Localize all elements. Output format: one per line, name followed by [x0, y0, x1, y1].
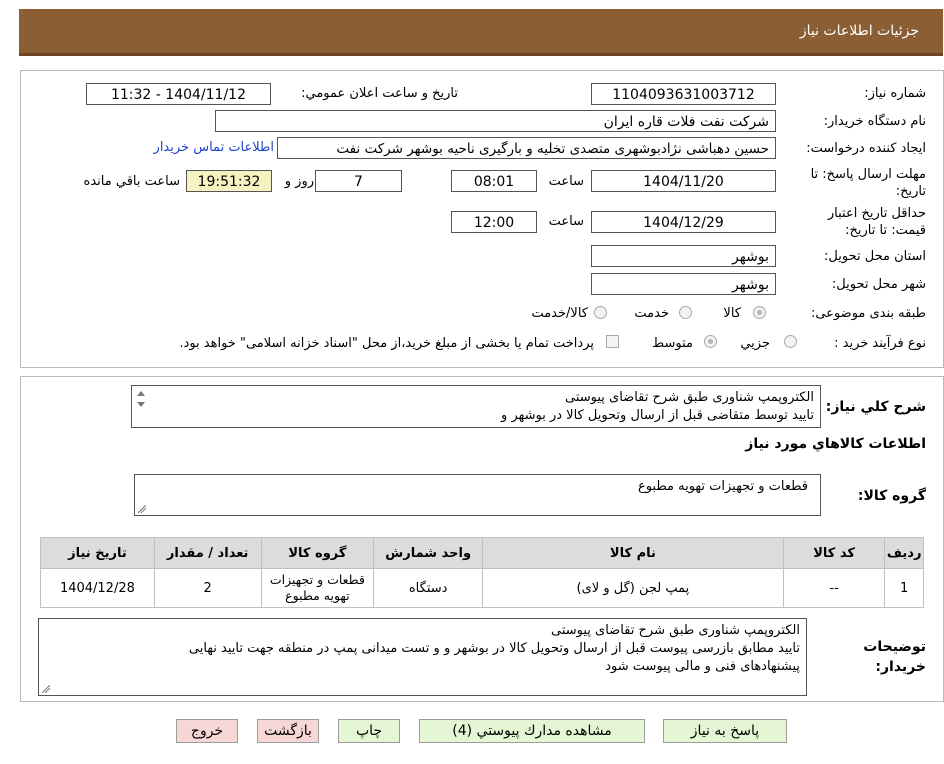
reply-button[interactable]: پاسخ به نياز	[663, 719, 787, 743]
print-button[interactable]: چاپ	[338, 719, 400, 743]
view-attachments-button[interactable]: مشاهده مدارك پيوستي (4)	[419, 719, 645, 743]
requester-field[interactable]: حسین دهباشی نژادبوشهری متصدی تخلیه و بار…	[277, 137, 776, 159]
general-description-label: شرح كلي نياز:	[825, 399, 926, 415]
col-row: رديف	[884, 537, 924, 569]
process-type-label: نوع فرآيند خريد :	[834, 336, 926, 351]
buyer-contact-link[interactable]: اطلاعات تماس خريدار	[154, 140, 274, 155]
province-field[interactable]: بوشهر	[591, 245, 776, 267]
category-goods-service-label: كالا/خدمت	[531, 306, 588, 321]
buyer-org-field[interactable]: شركت نفت فلات قاره ايران	[215, 110, 776, 132]
treasury-payment-checkbox[interactable]	[606, 335, 619, 348]
goods-section-title: اطلاعات كالاهاي مورد نياز	[745, 436, 926, 452]
province-label: استان محل تحويل:	[824, 249, 926, 264]
buyer-org-label: نام دستگاه خريدار:	[823, 114, 926, 129]
page-title: جزئيات اطلاعات نياز	[799, 23, 919, 39]
cell-group: قطعات و تجهيزات تهويه مطبوع	[260, 568, 375, 608]
category-label: طبقه بندی موضوعی:	[810, 306, 926, 321]
goods-group-label: گروه كالا:	[857, 488, 926, 504]
page-header: جزئيات اطلاعات نياز	[19, 9, 943, 56]
category-service-label: خدمت	[634, 306, 669, 321]
process-medium-label: متوسط	[652, 336, 693, 351]
validity-time-field[interactable]: 12:00	[451, 211, 537, 233]
process-minor-radio[interactable]	[784, 335, 797, 348]
description-scrollbar[interactable]	[133, 387, 149, 426]
notes-line-3: پیشنهادهای فنی و مالی پیوست شود	[605, 659, 800, 674]
cell-unit: دستگاه	[373, 568, 484, 608]
remaining-time-field: 19:51:32	[186, 170, 272, 192]
notes-line-2: تایید مطابق بازرسی پیوست قبل از ارسال وت…	[188, 641, 800, 656]
goods-group-textarea[interactable]: قطعات و تجهيزات تهويه مطبوع	[134, 474, 821, 516]
col-date: تاريخ نياز	[40, 537, 155, 569]
reply-time-field[interactable]: 08:01	[451, 170, 537, 192]
category-service-radio[interactable]	[679, 306, 692, 319]
city-label: شهر محل تحويل:	[831, 277, 926, 292]
reply-time-label: ساعت	[548, 174, 584, 189]
col-code: كد كالا	[782, 537, 886, 569]
cell-row: 1	[884, 568, 924, 608]
reply-deadline-label: مهلت ارسال پاسخ: تا تاريخ:	[810, 167, 926, 199]
goods-group-value: قطعات و تجهيزات تهويه مطبوع	[637, 479, 808, 494]
announce-datetime-label: تاريخ و ساعت اعلان عمومي:	[301, 86, 458, 101]
reply-date-field[interactable]: 1404/11/20	[591, 170, 776, 192]
announce-datetime-field[interactable]: 1404/11/12 - 11:32	[86, 83, 271, 105]
col-name: نام كالا	[482, 537, 784, 569]
process-minor-label: جزيي	[740, 336, 770, 351]
need-number-label: شماره نياز:	[864, 86, 926, 101]
description-line-1: الکتروپمپ شناوری طبق شرح تقاضای پیوستی	[565, 390, 814, 405]
city-field[interactable]: بوشهر	[591, 273, 776, 295]
buyer-notes-textarea[interactable]: الکتروپمپ شناوری طبق شرح تقاضای پیوستی ت…	[38, 618, 807, 696]
general-description-textarea[interactable]: الکتروپمپ شناوری طبق شرح تقاضای پیوستی ت…	[131, 385, 821, 428]
col-qty: تعداد / مقدار	[153, 537, 262, 569]
remaining-time-label: ساعت باقي مانده	[83, 174, 180, 189]
back-button[interactable]: بازگشت	[257, 719, 319, 743]
validity-date-field[interactable]: 1404/12/29	[591, 211, 776, 233]
category-goods-label: كالا	[723, 306, 741, 321]
treasury-payment-note: پرداخت تمام يا بخشی از مبلغ خريد،از محل …	[179, 336, 594, 351]
scroll-up-icon[interactable]	[137, 391, 145, 396]
cell-date: 1404/12/28	[40, 568, 155, 608]
category-goods-service-radio[interactable]	[594, 306, 607, 319]
validity-time-label: ساعت	[548, 214, 584, 229]
days-field[interactable]: 7	[315, 170, 402, 192]
price-validity-label: حداقل تاريخ اعتبار قيمت: تا تاريخ:	[827, 206, 926, 238]
process-medium-radio[interactable]	[704, 335, 717, 348]
resize-grip-icon[interactable]	[138, 505, 146, 513]
scroll-down-icon[interactable]	[137, 402, 145, 407]
col-unit: واحد شمارش	[373, 537, 484, 569]
requester-label: ايجاد كننده درخواست:	[806, 141, 926, 156]
goods-table: رديف كد كالا نام كالا واحد شمارش گروه كا…	[40, 537, 924, 608]
days-label: روز و	[284, 174, 314, 189]
need-number-field[interactable]: 1104093631003712	[591, 83, 776, 105]
cell-name: پمپ لجن (گل و لای)	[482, 568, 784, 608]
category-goods-radio[interactable]	[753, 306, 766, 319]
exit-button[interactable]: خروج	[176, 719, 238, 743]
table-row: 1 -- پمپ لجن (گل و لای) دستگاه قطعات و ت…	[40, 568, 924, 608]
buyer-notes-label: توضيحات خريدار:	[863, 639, 926, 675]
description-line-2: تایید توسط متقاضی قبل از ارسال وتحویل کا…	[501, 408, 814, 423]
cell-qty: 2	[153, 568, 262, 608]
resize-grip-icon[interactable]	[42, 685, 50, 693]
cell-code: --	[782, 568, 886, 608]
notes-line-1: الکتروپمپ شناوری طبق شرح تقاضای پیوستی	[551, 623, 800, 638]
col-group: گروه كالا	[260, 537, 375, 569]
